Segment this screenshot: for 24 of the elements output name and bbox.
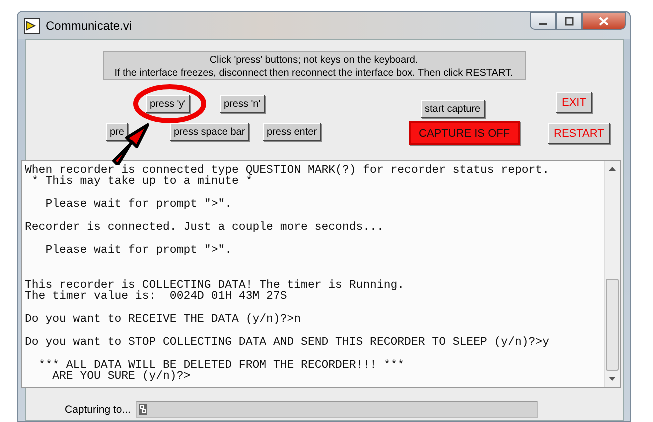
press-button[interactable]: start capture [421, 100, 485, 118]
scrollbar[interactable] [604, 161, 620, 387]
press-button[interactable]: pre [106, 123, 128, 141]
app-icon [24, 18, 40, 34]
maximize-icon [564, 16, 574, 26]
close-icon [599, 16, 609, 26]
window-title: Communicate.vi [46, 18, 132, 32]
scroll-thumb[interactable] [606, 279, 619, 371]
minimize-icon [539, 22, 547, 24]
press-button[interactable]: press 'y' [146, 95, 190, 113]
console-text: When recorder is connected type QUESTION MARK(?) for recorder status report. * This may take up to a minute * Please wait for prompt ">". Recorder is connected. Just a couple more seconds... Please wait for prompt ">". This recorder is COLLECTING DATA! The timer is Running. The timer value is: 0024D 01H 43M 27S Do you want to RECEIVE THE DATA (y/n)?>n Do you want to STOP COLLECTING DATA AND SEND THIS RECORDER TO SLEEP (y/n)?>y *** ALL DATA WILL BE DELETED FROM THE RECORDER!!! *** ARE YOU SURE (y/n)?> [24, 163, 550, 386]
press-button[interactable]: press enter [263, 123, 322, 141]
instructions-banner: Click 'press' buttons; not keys on the keyboard. If the interface freezes, disconnect then reconnect the interface box. Then click RESTART. [102, 51, 526, 80]
capture-status-light: CAPTURE IS OFF [409, 121, 520, 145]
scroll-up-icon [609, 167, 616, 171]
press-button[interactable]: press 'n' [220, 95, 265, 113]
maximize-button[interactable] [556, 12, 582, 30]
close-button[interactable] [582, 12, 626, 30]
minimize-button[interactable] [530, 12, 556, 30]
path-icon [138, 404, 147, 415]
capture-label: Capturing to... [65, 404, 131, 416]
scroll-down-icon [609, 377, 616, 381]
capture-path-field[interactable] [136, 401, 538, 418]
press-button[interactable]: press space bar [170, 123, 250, 141]
